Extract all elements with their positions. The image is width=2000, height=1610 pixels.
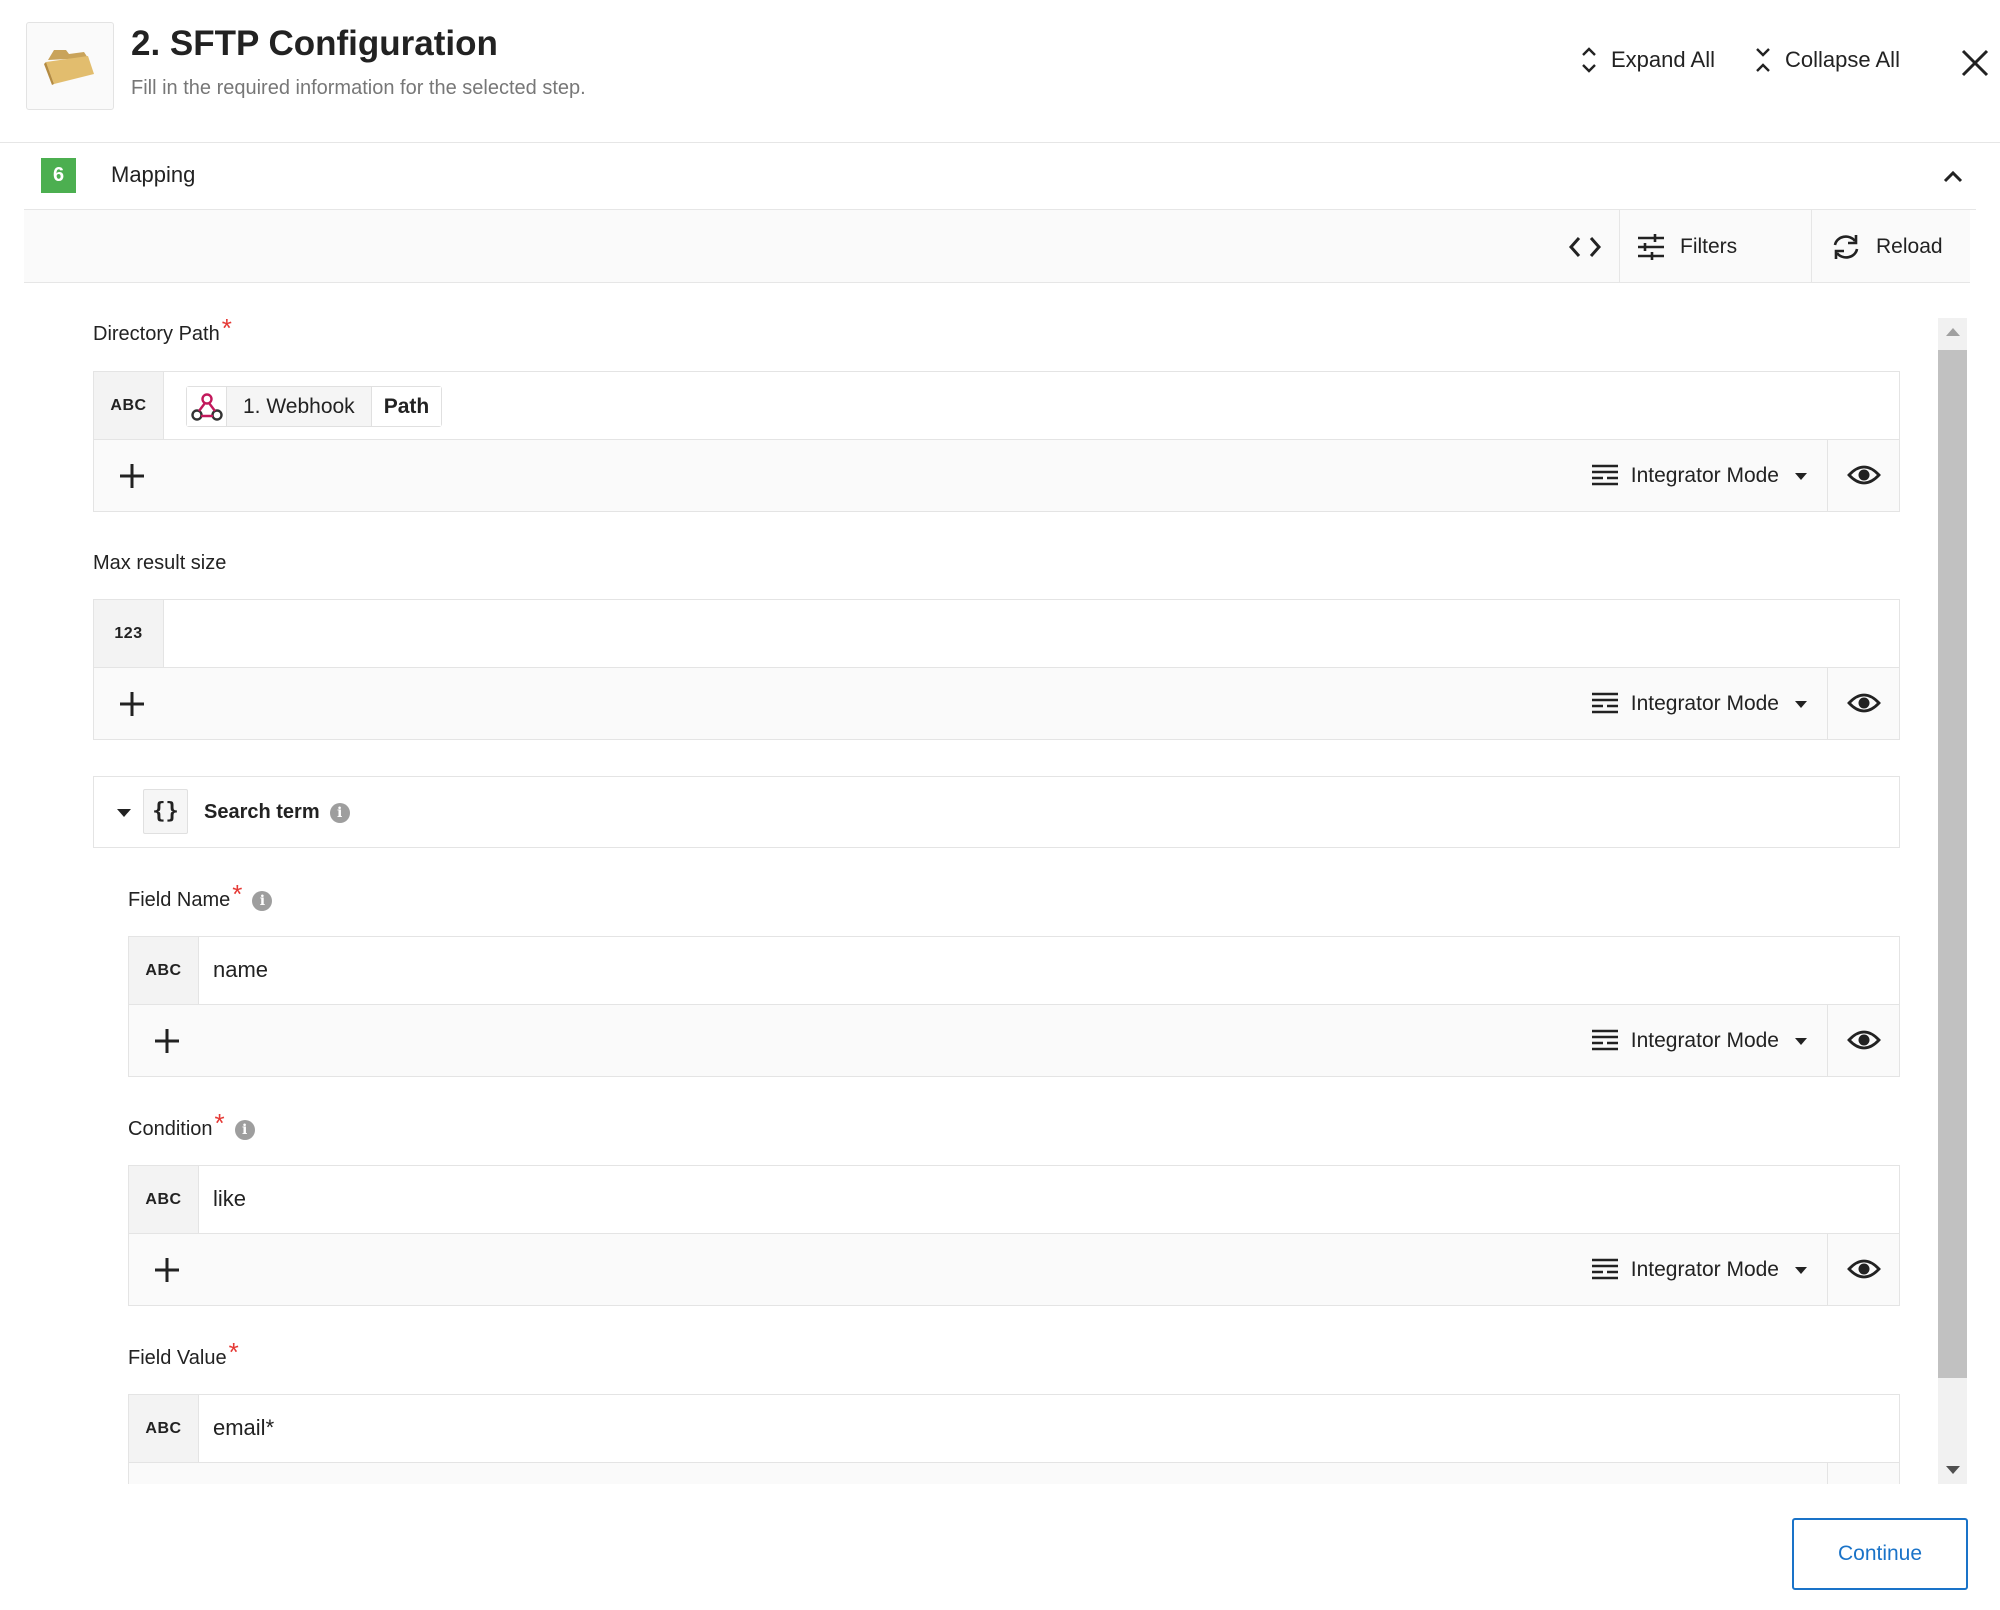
field-value-label: Field Value *	[128, 1337, 239, 1369]
type-tag-abc: ABC	[129, 1166, 199, 1233]
condition-field: ABC like Integrator Mode	[128, 1165, 1900, 1306]
mapping-form: Directory Path * ABC 1. Webhook Path Int…	[24, 284, 1970, 1484]
reload-label: Reload	[1876, 234, 1943, 258]
mode-label: Integrator Mode	[1630, 463, 1779, 487]
dialog-header: 2. SFTP Configuration Fill in the requir…	[0, 0, 2000, 143]
field-value-input[interactable]: email*	[213, 1415, 274, 1441]
directory-path-label: Directory Path *	[93, 313, 232, 345]
close-icon[interactable]	[1960, 48, 1990, 78]
field-name-input[interactable]: name	[213, 957, 268, 983]
scroll-down-arrow[interactable]	[1946, 1466, 1960, 1474]
required-asterisk: *	[232, 879, 243, 909]
collapse-all-label: Collapse All	[1785, 47, 1900, 72]
page-subtitle: Fill in the required information for the…	[131, 77, 586, 99]
info-icon[interactable]: i	[329, 802, 350, 823]
info-icon[interactable]: i	[234, 1119, 255, 1140]
max-result-size-field: 123 Integrator Mode	[93, 599, 1900, 740]
divider	[1827, 668, 1828, 739]
mode-label: Integrator Mode	[1630, 1028, 1779, 1052]
toolbar-divider	[1619, 210, 1620, 283]
add-icon[interactable]	[112, 456, 152, 496]
eye-icon[interactable]	[1847, 1254, 1881, 1284]
mode-label: Integrator Mode	[1630, 691, 1779, 715]
max-result-size-input[interactable]	[178, 620, 1778, 650]
scroll-thumb[interactable]	[1938, 350, 1967, 1378]
eye-icon[interactable]	[1847, 1025, 1881, 1055]
eye-icon[interactable]	[1847, 688, 1881, 718]
collapse-all-button[interactable]: Collapse All	[1755, 46, 1900, 74]
mode-icon	[1591, 464, 1618, 485]
continue-button[interactable]: Continue	[1792, 1518, 1968, 1590]
type-tag-number: 123	[94, 600, 164, 667]
filters-label: Filters	[1680, 234, 1738, 258]
toolbar-divider	[1811, 210, 1812, 283]
filters-button[interactable]: Filters	[1636, 210, 1737, 283]
mode-icon	[1591, 692, 1618, 713]
condition-label: Condition * i	[128, 1108, 255, 1145]
condition-input[interactable]: like	[213, 1186, 246, 1212]
filters-icon	[1638, 233, 1664, 260]
caret-down-icon	[1795, 1266, 1807, 1274]
max-result-size-label: Max result size	[93, 552, 227, 574]
caret-down-icon	[1795, 1037, 1807, 1045]
required-asterisk: *	[228, 1337, 239, 1367]
dialog-footer: Continue	[0, 1484, 2000, 1610]
mode-icon	[1591, 1029, 1618, 1050]
divider	[1827, 440, 1828, 511]
mapping-toolbar: Filters Reload	[24, 210, 1970, 283]
folder-icon	[26, 22, 114, 110]
chip-source-label: 1. Webhook	[243, 394, 355, 418]
step-badge: 6	[41, 158, 76, 193]
field-name-field: ABC name Integrator Mode	[128, 936, 1900, 1077]
code-icon	[1568, 236, 1602, 257]
vertical-scrollbar[interactable]	[1938, 318, 1967, 1484]
scroll-up-arrow[interactable]	[1946, 328, 1960, 336]
integrator-mode-dropdown[interactable]: Integrator Mode	[1591, 1234, 1811, 1305]
required-asterisk: *	[221, 313, 232, 343]
caret-down-icon[interactable]	[114, 803, 134, 823]
expand-icon	[1582, 47, 1596, 73]
webhook-icon	[187, 387, 227, 426]
page-title: 2. SFTP Configuration	[131, 24, 498, 63]
expand-all-label: Expand All	[1611, 47, 1715, 72]
add-icon[interactable]	[147, 1021, 187, 1061]
mode-label: Integrator Mode	[1630, 1257, 1779, 1281]
required-asterisk: *	[214, 1108, 225, 1138]
expand-all-button[interactable]: Expand All	[1581, 46, 1715, 74]
directory-path-field: ABC 1. Webhook Path Integrator Mode	[93, 371, 1900, 512]
code-view-button[interactable]	[1568, 210, 1602, 283]
caret-down-icon	[1795, 700, 1807, 708]
info-icon[interactable]: i	[252, 890, 273, 911]
add-icon[interactable]	[147, 1250, 187, 1290]
search-term-group-header[interactable]: {} Search term i	[93, 776, 1900, 848]
divider	[1827, 1234, 1828, 1305]
mode-icon	[1591, 1258, 1618, 1279]
mapping-section-header[interactable]: 6 Mapping	[24, 144, 1976, 210]
type-tag-abc: ABC	[129, 1395, 199, 1462]
mapped-value-chip[interactable]: 1. Webhook Path	[186, 386, 443, 427]
divider	[1827, 1463, 1828, 1484]
type-tag-abc: ABC	[129, 937, 199, 1004]
field-value-field: ABC email*	[128, 1394, 1900, 1484]
chip-field-label: Path	[370, 387, 442, 426]
eye-icon[interactable]	[1847, 460, 1881, 490]
field-name-label: Field Name * i	[128, 879, 273, 916]
section-title: Mapping	[111, 162, 196, 187]
object-braces-icon: {}	[143, 789, 188, 834]
integrator-mode-dropdown[interactable]: Integrator Mode	[1591, 440, 1811, 511]
chevron-up-icon[interactable]	[1940, 164, 1966, 190]
collapse-icon	[1756, 48, 1770, 72]
reload-icon	[1833, 234, 1859, 259]
search-term-title: Search term i	[204, 801, 350, 824]
add-icon[interactable]	[112, 684, 152, 724]
integrator-mode-dropdown[interactable]: Integrator Mode	[1591, 668, 1811, 739]
reload-button[interactable]: Reload	[1830, 210, 1943, 283]
caret-down-icon	[1795, 472, 1807, 480]
type-tag-abc: ABC	[94, 372, 164, 439]
integrator-mode-dropdown[interactable]: Integrator Mode	[1591, 1005, 1811, 1076]
divider	[1827, 1005, 1828, 1076]
